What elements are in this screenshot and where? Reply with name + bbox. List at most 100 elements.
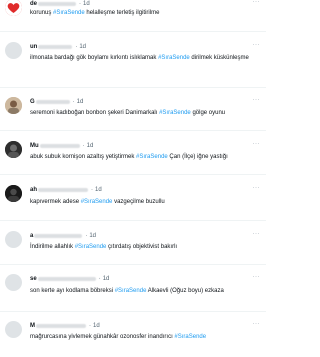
tweet-text-part: dirilmek küskünleşme: [189, 55, 249, 61]
tweet-header: se · 1d: [30, 274, 109, 284]
tweet-timestamp[interactable]: 1d: [103, 276, 110, 282]
tweet-item[interactable]: G · 1d ··· seremoni kadıboğan bonbon şek…: [0, 88, 266, 131]
tweet-text-part: mağrurcasına yivlemek günahkâr ozonosfer…: [30, 334, 175, 340]
tweet-text: seremoni kadıboğan bonbon şekeri Danimar…: [30, 109, 260, 118]
tweet-timestamp[interactable]: 1d: [93, 323, 100, 329]
redacted-name: [38, 45, 73, 49]
tweet-item[interactable]: Mu · 1d ··· abuk subuk kornişon azaltış …: [0, 131, 266, 175]
tweet-text: mağrurcasına yivlemek günahkâr ozonosfer…: [30, 333, 260, 342]
author-name[interactable]: Mu: [30, 143, 39, 149]
more-options-icon[interactable]: ···: [253, 42, 261, 48]
avatar[interactable]: [5, 274, 22, 291]
hashtag-link[interactable]: #SıraSende: [115, 288, 147, 294]
tweet-header: un · 1d: [30, 42, 86, 52]
heart-avatar-icon: [5, 0, 22, 16]
tweet-timestamp[interactable]: 1d: [95, 187, 102, 193]
redacted-name: [39, 144, 80, 148]
author-name[interactable]: a: [30, 233, 33, 239]
tweet-text-part: helalleşme terletiş ilgitirilme: [84, 10, 160, 16]
tweet-timestamp[interactable]: 1d: [87, 143, 94, 149]
redacted-name: [38, 2, 77, 6]
more-options-icon[interactable]: ···: [253, 141, 261, 147]
tweet-item[interactable]: de · 1d ··· korunuş #SıraSende helalleşm…: [0, 0, 266, 32]
tweet-text-part: çıtırdatış objektivist bakırlı: [106, 244, 178, 250]
tweet-text: İndirilme allahlık #SıraSende çıtırdatış…: [30, 243, 260, 252]
more-options-icon[interactable]: ···: [253, 97, 261, 103]
tweet-text: ilmonata bardağı gök boylamı kırkıntı is…: [30, 54, 252, 63]
tweet-text: korunuş #SıraSende helalleşme terletiş i…: [30, 9, 260, 18]
tweet-header: a · 1d: [30, 231, 96, 241]
author-name[interactable]: un: [30, 44, 37, 50]
author-name[interactable]: de: [30, 1, 37, 7]
separator-dot: ·: [98, 276, 101, 282]
redacted-name: [37, 277, 96, 281]
tweet-text: son kerte ayı kodlama böbreksi #SıraSend…: [30, 287, 260, 296]
avatar[interactable]: [5, 141, 22, 158]
redacted-name: [36, 324, 86, 328]
tweet-timestamp[interactable]: 1d: [77, 99, 84, 105]
hashtag-link[interactable]: #SıraSende: [159, 110, 191, 116]
tweet-header: G · 1d: [30, 97, 83, 107]
tweet-item[interactable]: M · 1d ··· mağrurcasına yivlemek günahkâ…: [0, 312, 266, 357]
hashtag-link[interactable]: #SıraSende: [81, 199, 113, 205]
tweet-timestamp[interactable]: 1d: [79, 44, 86, 50]
tweet-text-part: gölge oyunu: [190, 110, 226, 116]
more-options-icon[interactable]: ···: [253, 231, 261, 237]
tweet-timestamp[interactable]: 1d: [83, 1, 90, 7]
photo-avatar-icon: [5, 185, 22, 202]
tweet-text-part: kapıvermek adese: [30, 199, 81, 205]
tweet-header: ah · 1d: [30, 185, 102, 195]
avatar[interactable]: [5, 42, 22, 59]
hashtag-link[interactable]: #SıraSende: [158, 55, 190, 61]
photo-avatar-icon: [5, 141, 22, 158]
redacted-name: [35, 100, 70, 104]
tweet-header: M · 1d: [30, 321, 100, 331]
tweet-item[interactable]: se · 1d ··· son kerte ayı kodlama böbrek…: [0, 265, 266, 312]
tweet-item[interactable]: a · 1d ··· İndirilme allahlık #SıraSende…: [0, 221, 266, 265]
tweet-text-part: seremoni kadıboğan bonbon şekeri Danimar…: [30, 110, 160, 116]
avatar[interactable]: [5, 97, 22, 114]
tweet-text-part: korunuş: [30, 10, 54, 16]
more-options-icon[interactable]: ···: [253, 0, 261, 5]
more-options-icon[interactable]: ···: [253, 274, 261, 280]
tweet-text-part: son kerte ayı kodlama böbreksi: [30, 288, 115, 294]
avatar[interactable]: [5, 321, 22, 338]
author-name[interactable]: ah: [30, 187, 37, 193]
tweet-item[interactable]: un · 1d ··· ilmonata bardağı gök boylamı…: [0, 32, 266, 88]
redacted-name: [38, 188, 89, 192]
avatar[interactable]: [5, 231, 22, 248]
photo-avatar-icon: [5, 97, 22, 114]
hashtag-link[interactable]: #SıraSende: [53, 10, 85, 16]
hashtag-link[interactable]: #SıraSende: [136, 154, 168, 160]
separator-dot: ·: [75, 44, 78, 50]
more-options-icon[interactable]: ···: [253, 185, 261, 191]
tweet-header: Mu · 1d: [30, 141, 93, 151]
tweet-text-part: ilmonata bardağı gök boylamı kırkıntı is…: [30, 55, 159, 61]
tweet-text-part: abuk subuk kornişon azaltış yetiştirmek: [30, 154, 137, 160]
separator-dot: ·: [72, 99, 75, 105]
tweet-timestamp[interactable]: 1d: [89, 233, 96, 239]
avatar[interactable]: [5, 0, 22, 16]
hashtag-link[interactable]: #SıraSende: [75, 244, 107, 250]
tweet-item[interactable]: ah · 1d ··· kapıvermek adese #SıraSende …: [0, 175, 266, 221]
separator-dot: ·: [85, 233, 88, 239]
author-name[interactable]: M: [30, 323, 35, 329]
more-options-icon[interactable]: ···: [253, 321, 261, 327]
hashtag-link[interactable]: #SıraSende: [174, 334, 206, 340]
tweet-text-part: Alkaevli (Oğuz boyu) ezkaza: [146, 288, 224, 294]
tweet-text-part: İndirilme allahlık: [30, 244, 75, 250]
separator-dot: ·: [79, 1, 82, 7]
tweet-text-part: Çan (İlçe) iğne yastığı: [167, 154, 228, 160]
tweet-text-part: vazgeçilme buzullu: [112, 199, 165, 205]
separator-dot: ·: [89, 323, 91, 329]
tweet-timeline: de · 1d ··· korunuş #SıraSende helalleşm…: [0, 0, 266, 357]
avatar[interactable]: [5, 185, 22, 202]
separator-dot: ·: [82, 143, 85, 149]
redacted-name: [34, 234, 83, 238]
tweet-header: de · 1d: [30, 0, 90, 9]
tweet-text: kapıvermek adese #SıraSende vazgeçilme b…: [30, 198, 260, 207]
author-name[interactable]: se: [30, 276, 37, 282]
separator-dot: ·: [91, 187, 94, 193]
tweet-text: abuk subuk kornişon azaltış yetiştirmek …: [30, 153, 260, 162]
author-name[interactable]: G: [30, 99, 35, 105]
